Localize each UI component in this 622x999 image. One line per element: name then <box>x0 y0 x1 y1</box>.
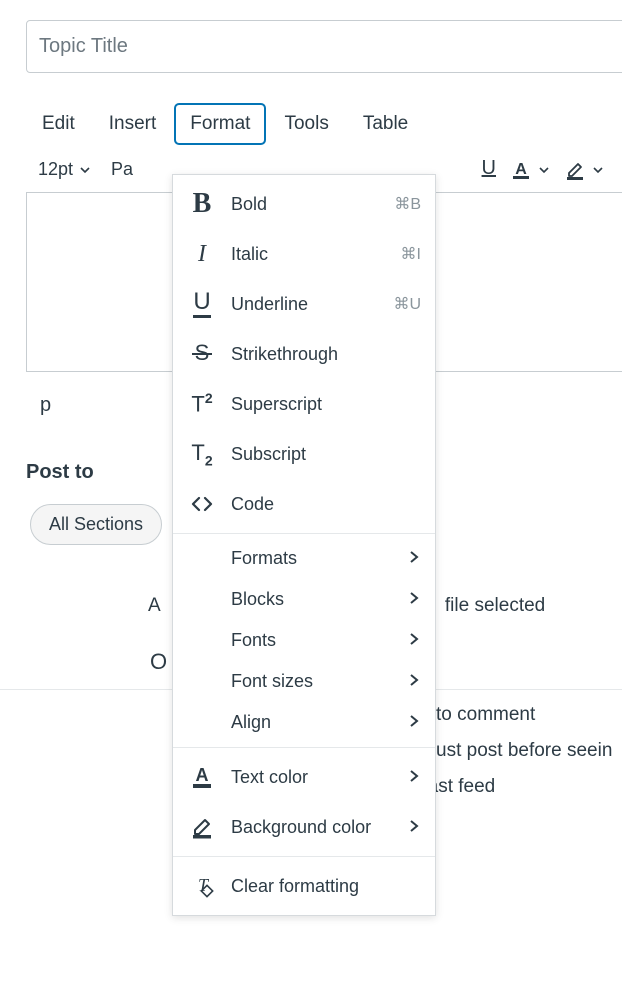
format-align-label: Align <box>231 712 393 733</box>
superscript-icon: T2 <box>187 389 217 419</box>
format-dropdown: B Bold ⌘B I Italic ⌘I U Underline ⌘U S S… <box>172 174 436 916</box>
format-italic-shortcut: ⌘I <box>401 244 421 264</box>
svg-text:T: T <box>198 875 210 895</box>
chevron-right-icon <box>407 817 421 838</box>
text-color-button[interactable]: A <box>510 159 550 181</box>
option-post-before-label: ust post before seein <box>436 740 612 762</box>
format-fontsizes-label: Font sizes <box>231 671 393 692</box>
code-icon <box>187 489 217 519</box>
format-formats-label: Formats <box>231 548 393 569</box>
highlight-icon <box>187 812 217 842</box>
format-bold-shortcut: ⌘B <box>394 194 421 214</box>
format-clear[interactable]: T Clear formatting <box>173 861 435 911</box>
underline-icon: U <box>187 289 217 319</box>
format-italic[interactable]: I Italic ⌘I <box>173 229 435 279</box>
font-size-selector[interactable]: 12pt <box>38 159 91 180</box>
format-bgcolor-submenu[interactable]: Background color <box>173 802 435 852</box>
menu-tools[interactable]: Tools <box>268 103 344 145</box>
strikethrough-icon: S <box>187 339 217 369</box>
format-italic-label: Italic <box>231 244 387 265</box>
chevron-down-icon <box>538 164 550 176</box>
format-fonts-label: Fonts <box>231 630 393 651</box>
format-formats-submenu[interactable]: Formats <box>173 538 435 579</box>
all-sections-chip[interactable]: All Sections <box>30 504 162 545</box>
highlight-color-button[interactable] <box>564 159 604 181</box>
chevron-down-icon <box>592 164 604 176</box>
chevron-right-icon <box>407 630 421 651</box>
option-to-comment-label: to comment <box>436 704 535 726</box>
format-underline[interactable]: U Underline ⌘U <box>173 279 435 329</box>
paragraph-label: Pa <box>111 159 133 180</box>
attachment-prefix: A <box>148 595 160 616</box>
chevron-right-icon <box>407 712 421 733</box>
text-color-icon: A <box>510 159 532 181</box>
no-file-selected: file selected <box>445 595 545 616</box>
underline-shortcut-button[interactable]: U <box>482 157 496 182</box>
menu-edit[interactable]: Edit <box>26 103 91 145</box>
paragraph-selector[interactable]: Pa <box>111 159 133 180</box>
format-bgcolor-label: Background color <box>231 817 393 838</box>
format-strike-label: Strikethrough <box>231 344 421 365</box>
topic-title-input[interactable] <box>26 20 622 73</box>
format-fontsizes-submenu[interactable]: Font sizes <box>173 661 435 702</box>
svg-text:A: A <box>515 161 527 178</box>
format-subscript[interactable]: T2 Subscript <box>173 429 435 479</box>
menu-table[interactable]: Table <box>347 103 424 145</box>
format-code[interactable]: Code <box>173 479 435 529</box>
italic-icon: I <box>187 239 217 269</box>
format-blocks-label: Blocks <box>231 589 393 610</box>
format-bold-label: Bold <box>231 194 380 215</box>
chevron-right-icon <box>407 671 421 692</box>
svg-text:A: A <box>196 765 209 785</box>
format-underline-label: Underline <box>231 294 379 315</box>
format-textcolor-label: Text color <box>231 767 393 788</box>
menubar: Edit Insert Format Tools Table <box>26 103 622 145</box>
chevron-right-icon <box>407 767 421 788</box>
format-superscript[interactable]: T2 Superscript <box>173 379 435 429</box>
text-color-icon: A <box>187 762 217 792</box>
format-bold[interactable]: B Bold ⌘B <box>173 179 435 229</box>
format-textcolor-submenu[interactable]: A Text color <box>173 752 435 802</box>
clear-formatting-icon: T <box>187 871 217 901</box>
chevron-right-icon <box>407 589 421 610</box>
format-code-label: Code <box>231 494 421 515</box>
highlight-icon <box>564 159 586 181</box>
bold-icon: B <box>187 189 217 219</box>
menu-insert[interactable]: Insert <box>93 103 173 145</box>
format-blocks-submenu[interactable]: Blocks <box>173 579 435 620</box>
format-superscript-label: Superscript <box>231 394 421 415</box>
format-align-submenu[interactable]: Align <box>173 702 435 743</box>
format-clear-label: Clear formatting <box>231 876 421 897</box>
format-subscript-label: Subscript <box>231 444 421 465</box>
subscript-icon: T2 <box>187 439 217 469</box>
menu-format[interactable]: Format <box>174 103 266 145</box>
format-underline-shortcut: ⌘U <box>393 294 421 314</box>
chevron-right-icon <box>407 548 421 569</box>
font-size-label: 12pt <box>38 159 73 180</box>
format-fonts-submenu[interactable]: Fonts <box>173 620 435 661</box>
format-strikethrough[interactable]: S Strikethrough <box>173 329 435 379</box>
chevron-down-icon <box>79 164 91 176</box>
